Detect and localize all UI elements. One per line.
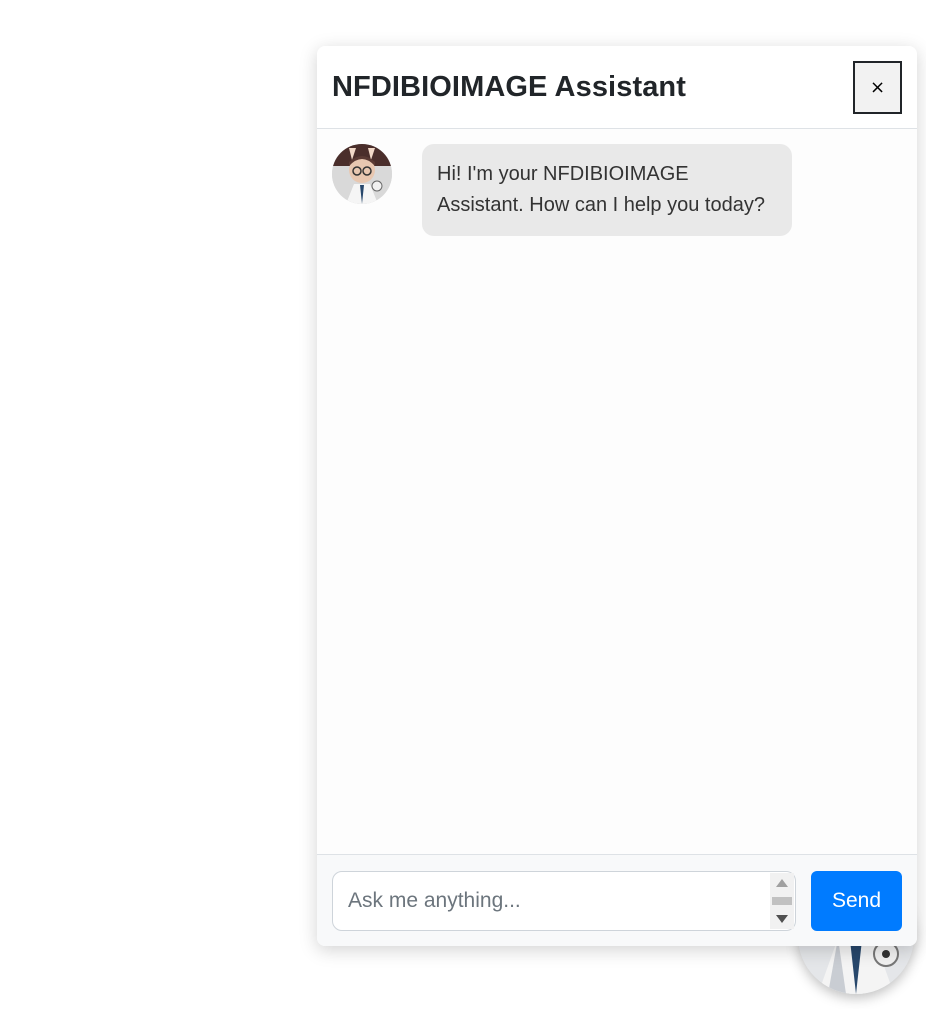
- page: NFDIBIOIMAGE Assistant × Hi! I'm your NF…: [0, 0, 926, 1009]
- input-scrollbar[interactable]: [770, 872, 794, 929]
- chat-composer: Send: [317, 854, 917, 946]
- assistant-avatar-icon: [332, 144, 392, 204]
- chat-window: NFDIBIOIMAGE Assistant × Hi! I'm your NF…: [317, 46, 917, 946]
- message-input-wrapper: [332, 870, 796, 931]
- send-button[interactable]: Send: [811, 870, 902, 931]
- scroll-up-icon[interactable]: [776, 878, 788, 887]
- scroll-thumb[interactable]: [772, 896, 792, 905]
- bot-message: Hi! I'm your NFDIBIOIMAGE Assistant. How…: [332, 144, 902, 236]
- message-bubble: Hi! I'm your NFDIBIOIMAGE Assistant. How…: [422, 144, 792, 236]
- message-list: Hi! I'm your NFDIBIOIMAGE Assistant. How…: [317, 129, 917, 854]
- scroll-down-icon[interactable]: [776, 914, 788, 923]
- close-button[interactable]: ×: [853, 60, 902, 114]
- message-input[interactable]: [333, 871, 795, 930]
- chat-title: NFDIBIOIMAGE Assistant: [332, 70, 686, 103]
- chat-header: NFDIBIOIMAGE Assistant ×: [317, 46, 917, 129]
- avatar: [332, 144, 392, 204]
